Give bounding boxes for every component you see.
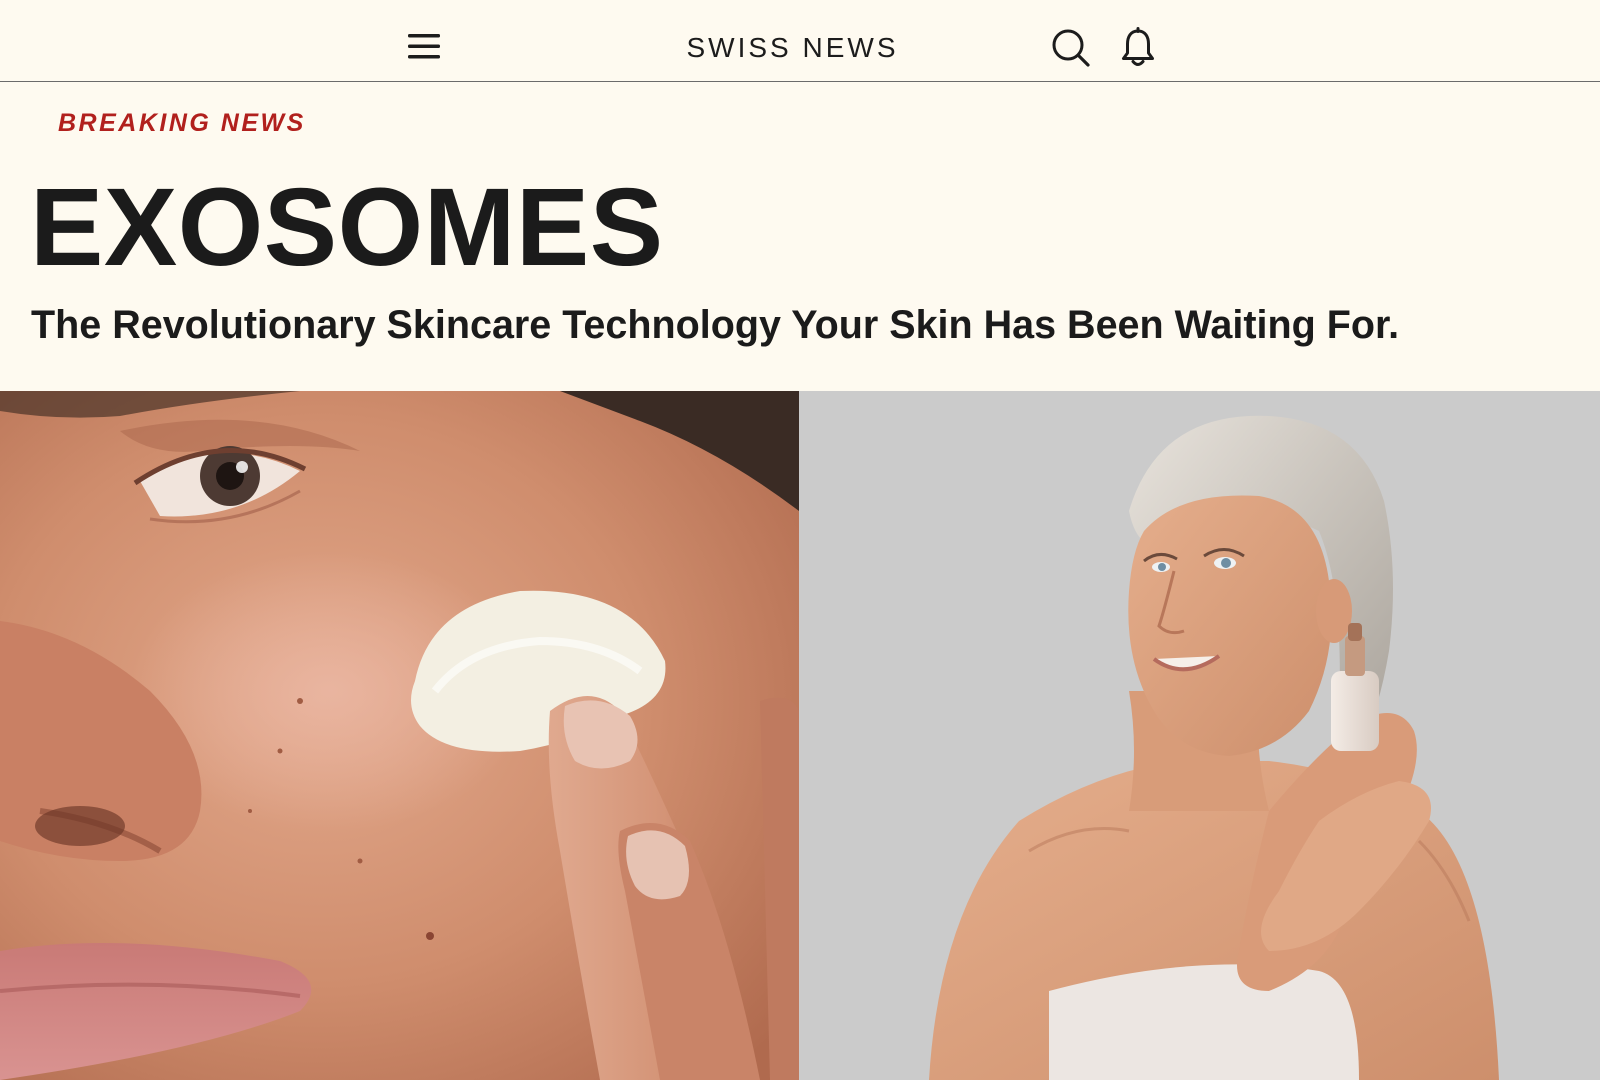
menu-button[interactable] <box>402 26 448 66</box>
article-subheadline: The Revolutionary Skincare Technology Yo… <box>31 303 1400 347</box>
search-button[interactable] <box>1050 27 1092 69</box>
search-icon <box>1052 29 1090 67</box>
hamburger-menu-icon <box>408 34 440 59</box>
article-headline: EXOSOMES <box>30 166 664 289</box>
hero-image-cream-application <box>0 391 799 1080</box>
hero-image-woman-with-serum <box>799 391 1600 1080</box>
article-page: SWISS NEWS BREAKING NEWS EXOSOMES The Re… <box>0 0 1600 1080</box>
notifications-button[interactable] <box>1119 27 1157 69</box>
bell-icon <box>1122 27 1154 66</box>
breaking-news-label: BREAKING NEWS <box>58 109 306 137</box>
site-header: SWISS NEWS <box>0 0 1600 82</box>
site-logo[interactable]: SWISS NEWS <box>600 28 985 68</box>
